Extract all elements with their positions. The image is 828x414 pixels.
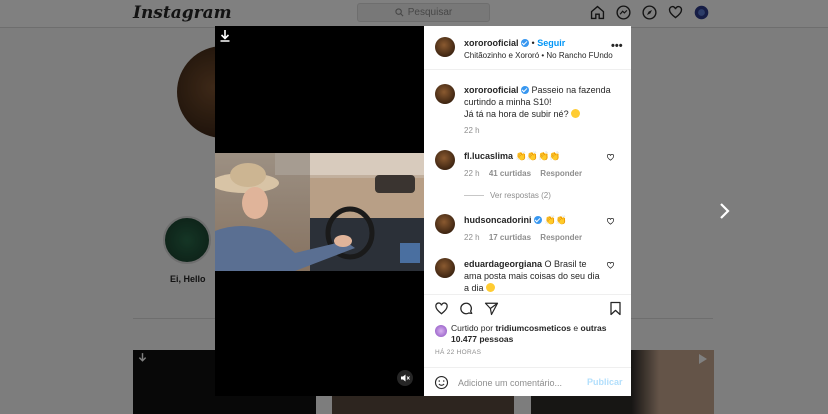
search-icon [395,8,404,17]
follow-button[interactable]: Seguir [537,38,565,48]
post-header-title: xororooficial • Seguir [464,38,565,48]
search-box[interactable]: Pesquisar [357,3,490,22]
download-icon[interactable] [220,30,230,42]
like-comment-heart-icon[interactable] [606,261,615,270]
reply-button[interactable]: Responder [540,169,582,178]
author-username[interactable]: xororooficial [464,38,519,48]
comment-content: 👏👏👏👏 [515,151,561,161]
comment-text: eduardageorgiana O Brasil te ama posta m… [464,258,604,294]
mute-toggle-button[interactable] [397,370,413,386]
comment-likes[interactable]: 17 curtidas [489,233,531,242]
post-side-panel: xororooficial • Seguir Chitãozinho e Xor… [424,26,631,396]
muted-speaker-icon [401,374,410,382]
top-navigation-bar: Instagram Pesquisar [0,0,828,28]
post-actions: Curtido por tridiumcosmeticos e outras 1… [424,294,631,396]
author-avatar[interactable] [435,84,455,104]
commenter-avatar[interactable] [435,214,455,234]
caption-time: 22 h [464,126,480,135]
save-bookmark-icon[interactable] [608,301,623,316]
instagram-logo[interactable]: Instagram [133,3,232,23]
story-highlight[interactable] [163,216,211,264]
commenter-avatar[interactable] [435,150,455,170]
comment-content: 👏👏 [544,215,567,225]
comment-text: fl.lucaslima 👏👏👏👏 [464,150,604,162]
explore-icon[interactable] [641,4,658,21]
share-send-icon[interactable] [484,301,499,316]
more-options-icon[interactable]: ••• [611,40,623,52]
liked-by-user[interactable]: tridiumcosmeticos [495,323,571,333]
activity-heart-icon[interactable] [667,4,684,21]
view-replies-button[interactable]: Ver respostas (2) [464,191,551,200]
liker-avatar[interactable] [435,325,447,337]
comment-meta: 22 h 41 curtidas Responder [464,169,589,178]
comment-text: hudsoncadorini 👏👏 [464,214,604,226]
post-timestamp[interactable]: HÁ 22 HORAS [435,349,481,356]
header-separator: • [531,38,535,48]
post-location[interactable]: Chitãozinho e Xororó • No Rancho FUndo [464,51,613,60]
reply-button[interactable]: Responder [540,233,582,242]
profile-avatar-icon[interactable] [693,4,710,21]
comment-meta: 22 h 17 curtidas Responder [464,233,589,242]
caption-line2: Já tá na hora de subir né? [464,109,569,119]
like-heart-icon[interactable] [434,301,449,316]
verified-badge-icon [521,86,530,94]
caption-username[interactable]: xororooficial [464,85,519,95]
cowboy-emoji-icon [571,109,581,118]
comment-likes[interactable]: 41 curtidas [489,169,531,178]
publish-comment-button[interactable]: Publicar [587,377,623,387]
liked-by-prefix: Curtido por [451,323,494,333]
add-comment-box: Publicar [424,367,631,397]
emoji-picker-icon[interactable] [434,375,449,390]
author-avatar[interactable] [435,37,455,57]
messenger-icon[interactable] [615,4,632,21]
heart-eyes-emoji-icon [486,283,496,292]
verified-badge-icon [521,39,530,47]
home-icon[interactable] [589,4,606,21]
comment-bubble-icon[interactable] [459,301,474,316]
caption-text: xororooficial Passeio na fazenda curtind… [464,84,624,120]
like-comment-heart-icon[interactable] [606,153,615,162]
verified-badge-icon [534,216,543,224]
nav-icons [589,4,710,21]
like-comment-heart-icon[interactable] [606,217,615,226]
story-highlight-label: Ei, Hello [170,274,206,284]
comment-username[interactable]: hudsoncadorini [464,215,532,225]
post-header: xororooficial • Seguir Chitãozinho e Xor… [424,26,631,70]
liked-by-middle: e [573,323,579,333]
post-media-viewer[interactable] [215,26,424,396]
comment-username[interactable]: fl.lucaslima [464,151,513,161]
replies-line [464,195,484,196]
download-icon [138,353,147,362]
comment-time: 22 h [464,233,480,242]
video-indicator-icon [699,354,707,364]
post-video[interactable] [215,153,424,271]
search-placeholder: Pesquisar [407,7,453,18]
view-replies-label: Ver respostas (2) [490,191,551,200]
next-post-arrow-icon[interactable] [717,202,731,220]
comment-time: 22 h [464,169,480,178]
comment-input[interactable] [458,376,578,390]
liked-by-summary: Curtido por tridiumcosmeticos e outras 1… [451,323,621,345]
comment-username[interactable]: eduardageorgiana [464,259,542,269]
commenter-avatar[interactable] [435,258,455,278]
